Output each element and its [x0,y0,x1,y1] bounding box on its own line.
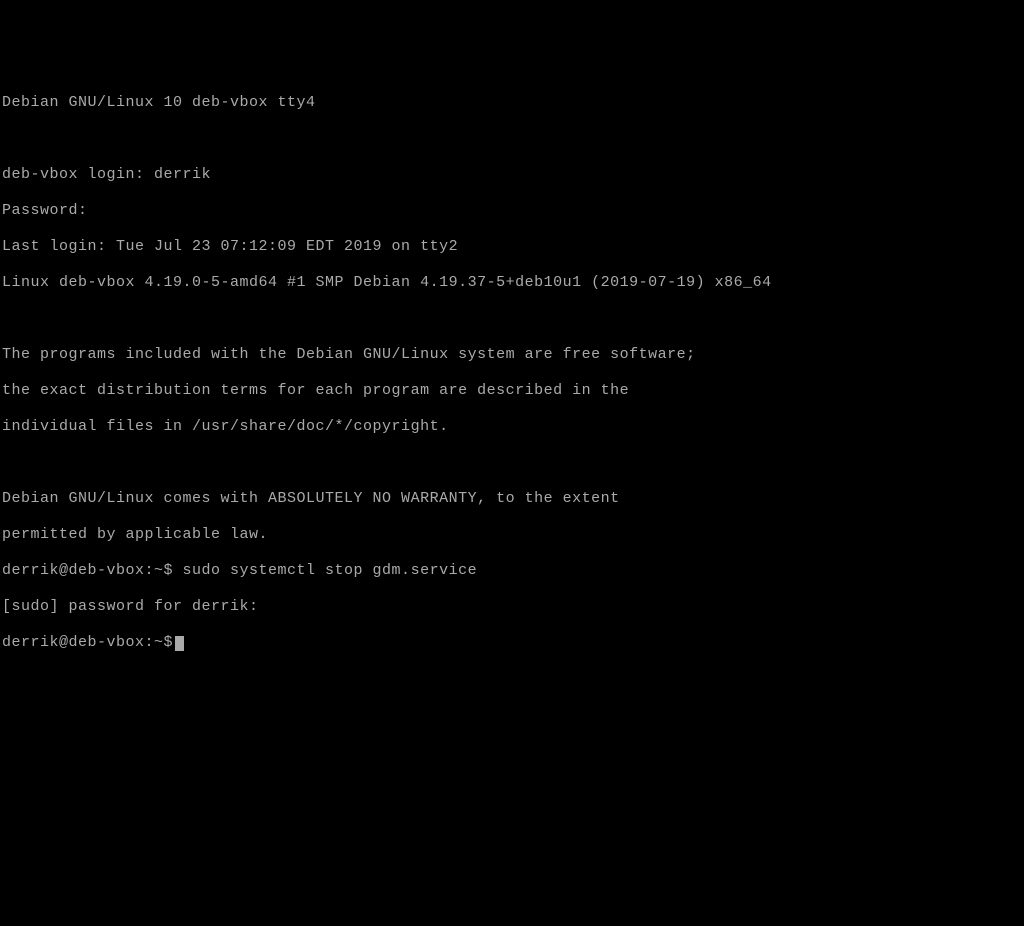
motd-line-3: individual files in /usr/share/doc/*/cop… [2,418,1022,436]
shell-prompt-2[interactable]: derrik@deb-vbox:~$ [2,634,1022,652]
sudo-password-prompt: [sudo] password for derrik: [2,598,1022,616]
blank-line [2,130,1022,148]
motd-line-1: The programs included with the Debian GN… [2,346,1022,364]
prompt-text: derrik@deb-vbox:~$ [2,634,173,651]
last-login-line: Last login: Tue Jul 23 07:12:09 EDT 2019… [2,238,1022,256]
shell-prompt-1: derrik@deb-vbox:~$ sudo systemctl stop g… [2,562,1022,580]
blank-line [2,454,1022,472]
login-prompt-line: deb-vbox login: derrik [2,166,1022,184]
motd-line-4: Debian GNU/Linux comes with ABSOLUTELY N… [2,490,1022,508]
motd-line-5: permitted by applicable law. [2,526,1022,544]
password-prompt-line: Password: [2,202,1022,220]
motd-line-2: the exact distribution terms for each pr… [2,382,1022,400]
terminal-screen[interactable]: Debian GNU/Linux 10 deb-vbox tty4 deb-vb… [2,76,1022,836]
blank-line [2,310,1022,328]
tty-header-line: Debian GNU/Linux 10 deb-vbox tty4 [2,94,1022,112]
cursor [175,636,184,651]
kernel-line: Linux deb-vbox 4.19.0-5-amd64 #1 SMP Deb… [2,274,1022,292]
